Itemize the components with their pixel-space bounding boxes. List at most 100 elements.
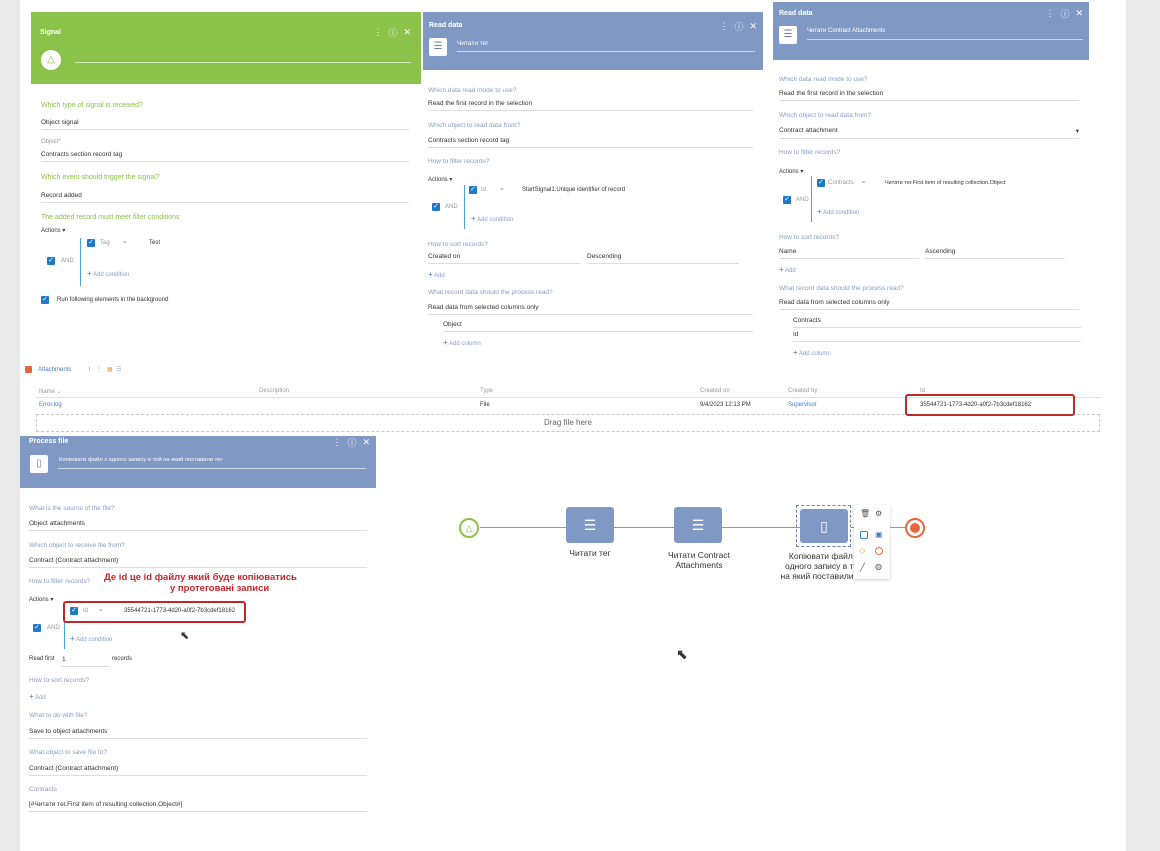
paperclip-icon[interactable]: ⌇: [88, 367, 91, 373]
add-condition-link[interactable]: + Add condition: [817, 207, 859, 216]
read2-name[interactable]: Читати Contract Attachments: [807, 28, 885, 34]
col-header-type[interactable]: Type: [480, 388, 493, 394]
read2-actions-menu[interactable]: Actions ▾: [779, 168, 803, 175]
add-sort-link[interactable]: + Add: [29, 692, 46, 701]
read1-name-underline: [457, 51, 755, 52]
process-save-field[interactable]: Contract (Contract attachment): [29, 765, 367, 776]
info-icon[interactable]: ⓘ: [1060, 7, 1069, 20]
col-header-name[interactable]: Name ⌄: [39, 388, 62, 395]
add-condition-link[interactable]: + Add condition: [70, 634, 112, 643]
close-icon[interactable]: ✕: [403, 27, 411, 38]
add-sort-link[interactable]: + Add: [428, 270, 445, 279]
process-actions-menu[interactable]: Actions ▾: [29, 596, 53, 603]
end-event[interactable]: [905, 518, 925, 538]
read2-q-mode: Which data read mode to use?: [779, 76, 868, 83]
read1-actions-menu[interactable]: Actions ▾: [428, 176, 452, 183]
add-column-link[interactable]: + Add column: [443, 338, 481, 347]
read1-header: Read data ⋮ ⓘ ✕ ☰ Читати тег: [423, 12, 763, 70]
process-source-field[interactable]: Object attachments: [29, 520, 367, 531]
column-item-object[interactable]: Object: [443, 321, 753, 332]
condition-checkbox[interactable]: ✓: [469, 186, 477, 194]
settings-icon[interactable]: ⚙: [875, 509, 882, 518]
info-icon[interactable]: ⓘ: [734, 20, 743, 33]
process-contracts-field[interactable]: [#Читати тег.First item of resulting col…: [29, 801, 367, 812]
condition-value[interactable]: Читати тег.First item of resulting colle…: [885, 180, 1006, 186]
signal-object-field[interactable]: Contracts section record tag: [41, 151, 409, 162]
info-icon[interactable]: ⓘ: [388, 26, 397, 39]
signal-actions-menu[interactable]: Actions ▾: [41, 227, 65, 234]
condition-value[interactable]: StartSignal1.Unique identifier of record: [522, 187, 625, 193]
col-header-description[interactable]: Description: [259, 388, 289, 394]
add-sort-link[interactable]: + Add: [779, 265, 796, 274]
read2-data-field[interactable]: Read data from selected columns only: [779, 299, 1079, 310]
sort-direction-field[interactable]: Descending: [587, 253, 739, 264]
end-event-icon[interactable]: [875, 547, 883, 555]
and-checkbox[interactable]: ✓: [47, 257, 55, 265]
close-icon[interactable]: ✕: [749, 21, 757, 32]
and-checkbox[interactable]: ✓: [33, 624, 41, 632]
cell-created-by[interactable]: Supervisor: [788, 402, 817, 408]
process-do-field[interactable]: Save to object attachments: [29, 728, 367, 739]
column-item-contracts[interactable]: Contracts: [793, 317, 1081, 328]
read2-q-object: Which object to read data from?: [779, 112, 872, 119]
add-condition-link[interactable]: + Add condition: [87, 269, 129, 278]
connection-icon[interactable]: ╱: [860, 563, 865, 572]
more-icon[interactable]: ⋮: [332, 437, 341, 448]
task-icon[interactable]: [860, 531, 868, 539]
condition-value[interactable]: Test: [149, 240, 160, 246]
read1-data-field[interactable]: Read data from selected columns only: [428, 304, 753, 315]
read1-q-object: Which object to read data from?: [428, 122, 521, 129]
signal-q-event: Which event should trigger the signal?: [41, 174, 160, 181]
delete-icon[interactable]: 🗑: [860, 509, 870, 518]
read-tag-node[interactable]: ☰: [566, 507, 614, 543]
start-event[interactable]: △: [459, 518, 479, 538]
add-column-link[interactable]: + Add column: [793, 348, 831, 357]
collapse-icon[interactable]: [25, 366, 32, 373]
close-icon[interactable]: ✕: [1075, 8, 1083, 19]
signal-event-field[interactable]: Record added: [41, 192, 409, 203]
read-attachments-node[interactable]: ☰: [674, 507, 722, 543]
add-condition-link[interactable]: + Add condition: [471, 214, 513, 223]
background-checkbox[interactable]: ✓: [41, 296, 49, 304]
info-icon[interactable]: ⓘ: [347, 436, 356, 449]
drop-zone[interactable]: Drag file here: [36, 414, 1100, 432]
signal-type-field[interactable]: Object signal: [41, 119, 409, 130]
sort-column-field[interactable]: Name: [779, 248, 919, 259]
more-icon[interactable]: ⋮: [719, 21, 728, 32]
read1-object-field[interactable]: Contracts section record tag: [428, 137, 753, 148]
more-icon[interactable]: ⋮: [373, 27, 382, 38]
condition-checkbox[interactable]: ✓: [817, 179, 825, 187]
grid-view-icon[interactable]: ▦: [107, 367, 113, 373]
subprocess-icon[interactable]: ▣: [875, 530, 883, 539]
read1-name[interactable]: Читати тег: [457, 40, 489, 47]
close-icon[interactable]: ✕: [362, 437, 370, 448]
read-first-field[interactable]: 1: [62, 656, 110, 667]
attachments-title[interactable]: Attachments: [38, 367, 71, 373]
col-header-created-on[interactable]: Created on: [700, 388, 730, 394]
and-checkbox[interactable]: ✓: [783, 196, 791, 204]
read-data-panel-1: Read data ⋮ ⓘ ✕ ☰ Читати тег Which data …: [423, 12, 763, 350]
sort-column-field[interactable]: Created on: [428, 253, 580, 264]
process-object-field[interactable]: Contract (Contract attachment): [29, 557, 367, 568]
group-bar: [464, 185, 465, 229]
process-name[interactable]: Копіювати файл з одного запису в той на …: [59, 457, 223, 463]
and-checkbox[interactable]: ✓: [432, 203, 440, 211]
more-icon[interactable]: ⋮: [96, 367, 102, 373]
col-header-created-by[interactable]: Created by: [788, 388, 817, 394]
read1-mode-field[interactable]: Read the first record in the selection: [428, 100, 753, 111]
read2-mode-field[interactable]: Read the first record in the selection: [779, 90, 1079, 101]
dropdown-arrow-icon: ▾: [1075, 128, 1079, 135]
sort-direction-field[interactable]: Ascending: [925, 248, 1065, 259]
file-icon: ▯: [30, 455, 48, 473]
more-icon[interactable]: ⋮: [1045, 8, 1054, 19]
palette-icon[interactable]: ◍: [875, 562, 882, 571]
cell-name[interactable]: Error.log: [39, 402, 62, 408]
column-item-id[interactable]: Id: [793, 331, 1081, 342]
process-file-node[interactable]: ▯: [800, 509, 848, 543]
condition-checkbox[interactable]: ✓: [87, 239, 95, 247]
read2-object-field[interactable]: Contract attachment ▾: [779, 127, 1079, 139]
list-view-icon[interactable]: ☷: [116, 367, 121, 373]
gateway-icon[interactable]: ◇: [859, 546, 865, 555]
background-label: Run following elements in the background: [57, 297, 169, 303]
condition-operator: =: [123, 240, 127, 246]
